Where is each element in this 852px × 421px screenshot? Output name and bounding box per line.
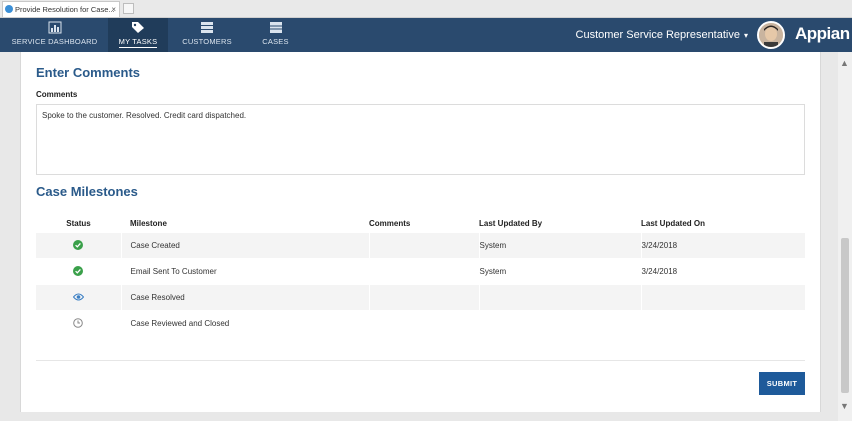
table-row: Case Resolved — [36, 284, 805, 311]
user-role-label: Customer Service Representative — [575, 29, 740, 41]
close-tab-icon[interactable]: × — [111, 2, 116, 17]
new-tab-button[interactable] — [123, 3, 134, 14]
case-milestones-heading: Case Milestones — [36, 184, 138, 199]
eye-icon — [72, 293, 84, 300]
comments-textarea[interactable]: Spoke to the customer. Resolved. Credit … — [36, 104, 805, 175]
tag-icon — [132, 22, 144, 33]
updated-by-cell — [479, 284, 642, 311]
milestone-cell: Email Sent To Customer — [121, 258, 370, 285]
user-avatar-icon — [759, 23, 783, 47]
page-scrollbar[interactable]: ▲ ▼ — [838, 52, 852, 421]
updated-on-cell — [641, 310, 805, 336]
table-row: Email Sent To Customer System 3/24/2018 — [36, 258, 805, 285]
nav-label: CUSTOMERS — [182, 37, 232, 46]
browser-tab-title: Provide Resolution for Case... — [15, 5, 115, 14]
nav-label: CASES — [262, 37, 289, 46]
nav-item-my-tasks[interactable]: MY TASKS — [108, 18, 168, 52]
scroll-up-arrow-icon[interactable]: ▲ — [840, 58, 849, 68]
app-header: SERVICE DASHBOARD MY TASKS CUSTOMERS CAS… — [0, 18, 852, 52]
milestones-table: Status Milestone Comments Last Updated B… — [36, 214, 805, 336]
avatar[interactable] — [757, 21, 785, 49]
submit-button[interactable]: SUBMIT — [759, 372, 805, 395]
check-circle-icon — [73, 265, 84, 276]
browser-tab-strip: Provide Resolution for Case... × — [0, 0, 852, 18]
nav-item-customers[interactable]: CUSTOMERS — [176, 18, 238, 52]
column-header-comments: Comments — [369, 218, 411, 228]
browser-tab[interactable]: Provide Resolution for Case... × — [2, 1, 120, 17]
nav-item-service-dashboard[interactable]: SERVICE DASHBOARD — [6, 18, 103, 52]
comments-cell — [369, 284, 480, 311]
nav-label: MY TASKS — [118, 37, 158, 48]
status-cell — [36, 232, 122, 259]
nav-item-cases[interactable]: CASES — [248, 18, 303, 52]
updated-on-cell — [641, 284, 805, 311]
status-cell — [36, 310, 122, 336]
table-row: Case Created System 3/24/2018 — [36, 232, 805, 259]
check-circle-icon — [73, 239, 84, 250]
comments-cell — [369, 310, 480, 336]
milestone-cell: Case Reviewed and Closed — [121, 310, 370, 336]
comments-cell — [369, 258, 480, 285]
page-favicon-icon — [5, 5, 13, 13]
scroll-down-arrow-icon[interactable]: ▼ — [840, 401, 849, 411]
chevron-down-icon: ▾ — [743, 31, 748, 40]
bar-chart-icon — [48, 21, 61, 34]
list-icon — [201, 22, 213, 33]
task-form-card: Enter Comments Comments Spoke to the cus… — [20, 52, 821, 412]
divider — [36, 360, 805, 361]
updated-by-cell: System — [479, 258, 642, 285]
column-header-last-updated-on: Last Updated On — [641, 218, 706, 228]
table-row: Case Reviewed and Closed — [36, 310, 805, 336]
status-cell — [36, 284, 122, 311]
nav-label: SERVICE DASHBOARD — [11, 37, 98, 46]
milestone-cell: Case Resolved — [121, 284, 370, 311]
clock-icon — [73, 317, 84, 328]
updated-by-cell: System — [479, 232, 642, 259]
updated-on-cell: 3/24/2018 — [641, 232, 805, 259]
milestone-cell: Case Created — [121, 232, 370, 259]
comments-cell — [369, 232, 480, 259]
comments-label: Comments — [36, 90, 78, 99]
user-role-menu[interactable]: Customer Service Representative ▾ — [576, 29, 748, 41]
status-cell — [36, 258, 122, 285]
stack-icon — [269, 22, 282, 33]
updated-by-cell — [479, 310, 642, 336]
updated-on-cell: 3/24/2018 — [641, 258, 805, 285]
column-header-milestone: Milestone — [130, 218, 167, 228]
enter-comments-heading: Enter Comments — [36, 65, 141, 80]
column-header-last-updated-by: Last Updated By — [479, 218, 543, 228]
appian-logo: Appian — [795, 24, 850, 43]
table-header-row: Status Milestone Comments Last Updated B… — [36, 214, 805, 233]
scrollbar-thumb[interactable] — [841, 238, 849, 393]
column-header-status: Status — [66, 218, 91, 228]
